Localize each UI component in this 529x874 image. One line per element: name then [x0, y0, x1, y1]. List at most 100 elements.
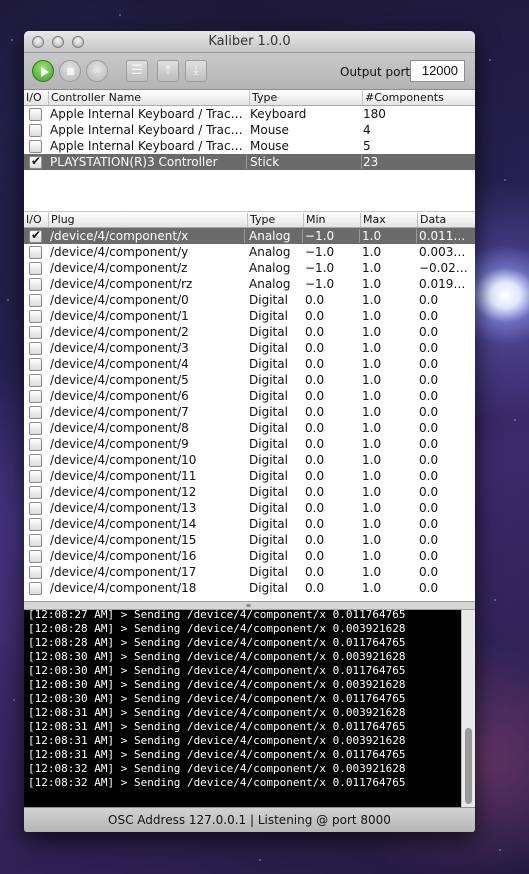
- plug-row[interactable]: /device/4/component/15 Digital 0.0 1.0 0.0: [24, 532, 475, 548]
- column-header-plug[interactable]: Plug: [48, 213, 75, 227]
- plug-checkbox[interactable]: [29, 358, 42, 371]
- plug-row[interactable]: /device/4/component/14 Digital 0.0 1.0 0.0: [24, 516, 475, 532]
- plug-type: Digital: [249, 549, 288, 563]
- controller-type: Stick: [250, 155, 362, 169]
- plug-row[interactable]: /device/4/component/z Analog −1.0 1.0 −0.02…: [24, 260, 475, 276]
- column-header-data[interactable]: Data: [417, 213, 446, 227]
- plug-path: /device/4/component/11: [50, 469, 197, 483]
- upload-icon[interactable]: ⤒: [157, 60, 179, 82]
- plug-checkbox[interactable]: [29, 582, 42, 595]
- plug-path: /device/4/component/1: [50, 309, 189, 323]
- controller-row[interactable]: PLAYSTATION(R)3 ControllerStick23: [24, 154, 475, 170]
- plug-checkbox[interactable]: [29, 486, 42, 499]
- log-line: [12:08:31 AM] > Sending /device/4/compon…: [28, 734, 406, 747]
- controller-checkbox[interactable]: [29, 156, 42, 169]
- plug-data: 0.0: [419, 549, 439, 563]
- plug-max: 1.0: [362, 373, 382, 387]
- plug-checkbox[interactable]: [29, 342, 42, 355]
- split-divider[interactable]: [24, 601, 475, 610]
- stop-button[interactable]: [59, 60, 81, 82]
- link-button[interactable]: ∞: [86, 60, 108, 82]
- plug-row[interactable]: /device/4/component/7 Digital 0.0 1.0 0.0: [24, 404, 475, 420]
- plug-row[interactable]: /device/4/component/1 Digital 0.0 1.0 0.0: [24, 308, 475, 324]
- plug-row[interactable]: /device/4/component/5 Digital 0.0 1.0 0.0: [24, 372, 475, 388]
- plug-checkbox[interactable]: [29, 438, 42, 451]
- plug-data: 0.0: [419, 373, 439, 387]
- plug-max: 1.0: [362, 453, 382, 467]
- plug-path: /device/4/component/4: [50, 357, 189, 371]
- plug-checkbox[interactable]: [29, 566, 42, 579]
- plug-data: 0.0: [419, 309, 439, 323]
- plug-checkbox[interactable]: [29, 406, 42, 419]
- plug-checkbox[interactable]: [29, 326, 42, 339]
- plug-row[interactable]: /device/4/component/rz Analog −1.0 1.0 0.019…: [24, 276, 475, 292]
- plug-checkbox[interactable]: [29, 374, 42, 387]
- controller-row[interactable]: Apple Internal Keyboard / Trackpad Keyboa…: [24, 106, 475, 122]
- plug-checkbox[interactable]: [29, 454, 42, 467]
- plug-min: 0.0: [305, 437, 325, 451]
- plug-checkbox[interactable]: [29, 470, 42, 483]
- plug-row[interactable]: /device/4/component/y Analog −1.0 1.0 0.003…: [24, 244, 475, 260]
- plug-row[interactable]: /device/4/component/10 Digital 0.0 1.0 0.0: [24, 452, 475, 468]
- plug-min: 0.0: [305, 485, 325, 499]
- plug-row[interactable]: /device/4/component/x Analog−1.01.00.011…: [24, 228, 475, 244]
- plug-path: /device/4/component/y: [50, 245, 189, 259]
- plug-row[interactable]: /device/4/component/13 Digital 0.0 1.0 0.0: [24, 500, 475, 516]
- plug-row[interactable]: /device/4/component/12 Digital 0.0 1.0 0.0: [24, 484, 475, 500]
- plug-checkbox[interactable]: [29, 310, 42, 323]
- log-line: [12:08:32 AM] > Sending /device/4/compon…: [28, 762, 406, 775]
- column-header-components[interactable]: #Components: [362, 91, 444, 105]
- title-bar[interactable]: Kaliber 1.0.0: [24, 31, 475, 53]
- plug-path: /device/4/component/10: [50, 453, 197, 467]
- plug-checkbox[interactable]: [29, 262, 42, 275]
- plug-row[interactable]: /device/4/component/4 Digital 0.0 1.0 0.0: [24, 356, 475, 372]
- plug-row[interactable]: /device/4/component/0 Digital 0.0 1.0 0.0: [24, 292, 475, 308]
- column-header-io[interactable]: I/O: [24, 91, 42, 105]
- column-header-type[interactable]: Type: [249, 91, 277, 105]
- plug-row[interactable]: /device/4/component/6 Digital 0.0 1.0 0.0: [24, 388, 475, 404]
- controller-row[interactable]: Apple Internal Keyboard / Trackpad Mouse 4: [24, 122, 475, 138]
- app-window: Kaliber 1.0.0 ∞ ☰ ⤒ ⤓ Output port 12000 …: [24, 31, 475, 832]
- output-port-input[interactable]: 12000: [410, 60, 465, 82]
- log-scrollbar[interactable]: [461, 610, 475, 807]
- plug-row[interactable]: /device/4/component/17 Digital 0.0 1.0 0.0: [24, 564, 475, 580]
- plug-checkbox[interactable]: [29, 502, 42, 515]
- column-header-max[interactable]: Max: [360, 213, 386, 227]
- plug-checkbox[interactable]: [29, 518, 42, 531]
- play-button[interactable]: [32, 60, 54, 82]
- log-console[interactable]: [12:08:27 AM] > Sending /device/4/compon…: [24, 610, 475, 807]
- plug-checkbox[interactable]: [29, 294, 42, 307]
- plug-checkbox[interactable]: [29, 246, 42, 259]
- plug-row[interactable]: /device/4/component/8 Digital 0.0 1.0 0.0: [24, 420, 475, 436]
- plug-checkbox[interactable]: [29, 422, 42, 435]
- column-header-min[interactable]: Min: [303, 213, 326, 227]
- plug-data: 0.011…: [419, 229, 466, 243]
- plug-type: Digital: [249, 325, 288, 339]
- plug-min: 0.0: [305, 501, 325, 515]
- plug-row[interactable]: /device/4/component/3 Digital 0.0 1.0 0.0: [24, 340, 475, 356]
- plug-row[interactable]: /device/4/component/9 Digital 0.0 1.0 0.0: [24, 436, 475, 452]
- plug-max: 1.0: [362, 229, 417, 243]
- plug-checkbox[interactable]: [29, 230, 42, 243]
- download-icon[interactable]: ⤓: [185, 60, 207, 82]
- controller-checkbox[interactable]: [29, 108, 42, 121]
- plug-row[interactable]: /device/4/component/11 Digital 0.0 1.0 0.0: [24, 468, 475, 484]
- plug-path: /device/4/component/6: [50, 389, 189, 403]
- plug-row[interactable]: /device/4/component/18 Digital 0.0 1.0 0.0: [24, 580, 475, 596]
- plug-checkbox[interactable]: [29, 550, 42, 563]
- plug-checkbox[interactable]: [29, 390, 42, 403]
- status-bar: OSC Address 127.0.0.1 | Listening @ port…: [24, 807, 475, 832]
- controller-row[interactable]: Apple Internal Keyboard / Trackpad Mouse 5: [24, 138, 475, 154]
- document-icon[interactable]: ☰: [126, 60, 148, 82]
- column-header-type[interactable]: Type: [247, 213, 275, 227]
- plug-checkbox[interactable]: [29, 278, 42, 291]
- plug-data: 0.0: [419, 565, 439, 579]
- plug-checkbox[interactable]: [29, 534, 42, 547]
- column-header-controller-name[interactable]: Controller Name: [48, 91, 141, 105]
- controller-checkbox[interactable]: [29, 140, 42, 153]
- plug-row[interactable]: /device/4/component/2 Digital 0.0 1.0 0.0: [24, 324, 475, 340]
- column-header-io[interactable]: I/O: [24, 213, 42, 227]
- log-scroll-thumb[interactable]: [465, 728, 472, 804]
- plug-row[interactable]: /device/4/component/16 Digital 0.0 1.0 0.0: [24, 548, 475, 564]
- controller-checkbox[interactable]: [29, 124, 42, 137]
